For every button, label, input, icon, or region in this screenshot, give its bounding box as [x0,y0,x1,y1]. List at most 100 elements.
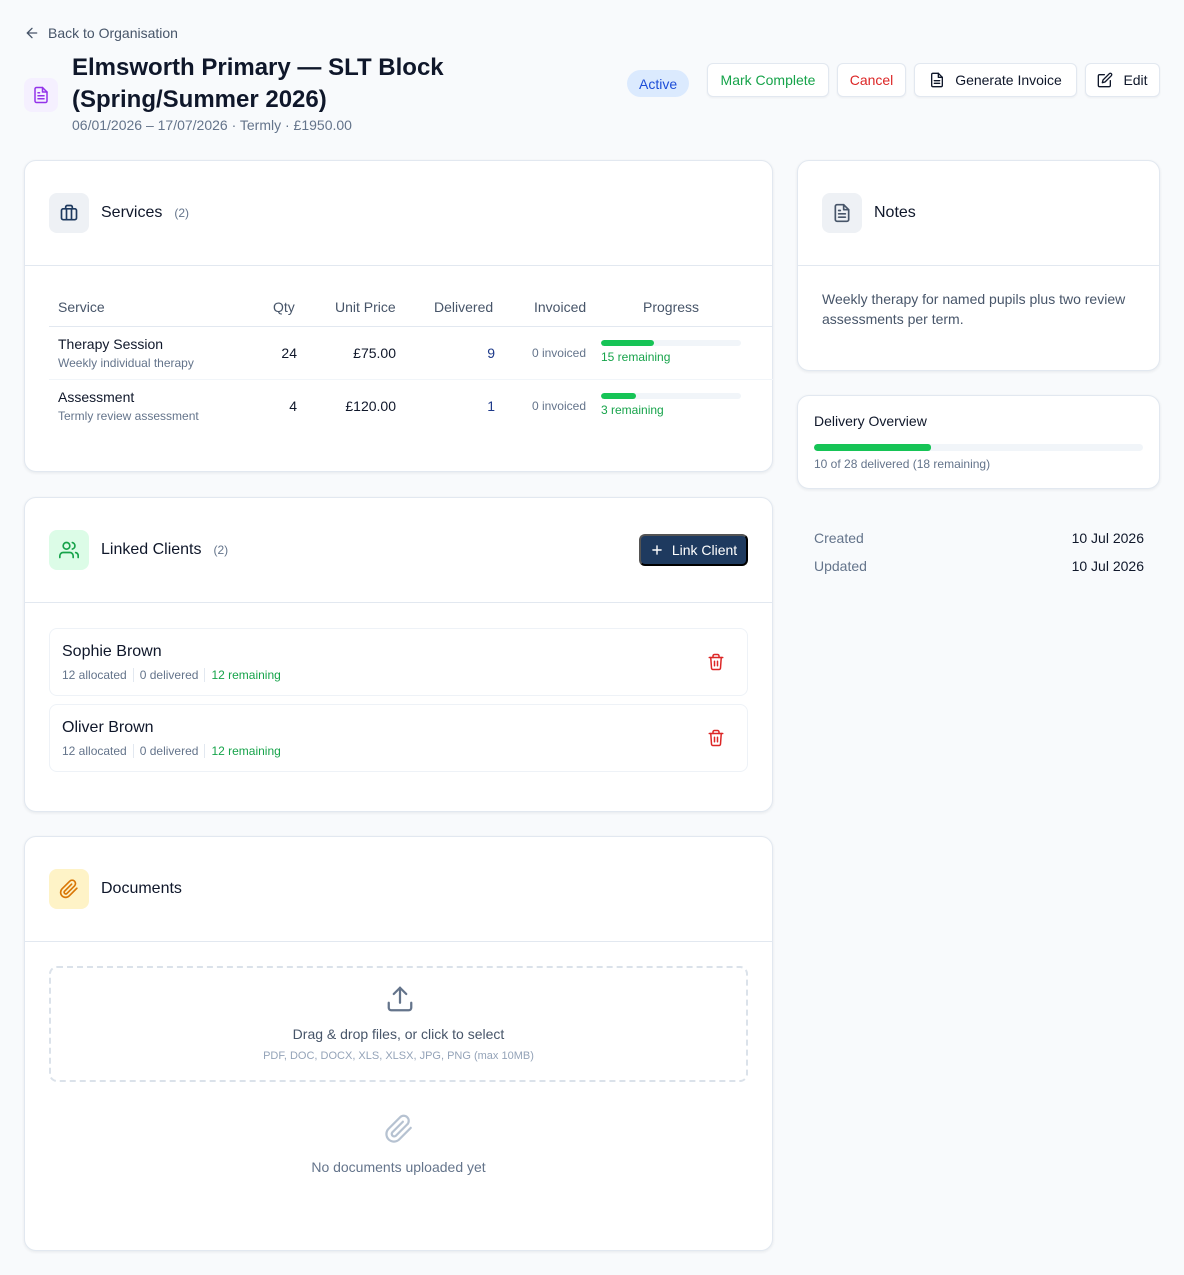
overview-progress-fill [814,444,932,451]
client-delivered: 0 delivered [132,744,205,758]
notes-title-row: Notes [874,204,916,222]
services-card: Services (2) Service Qty Unit Price Deli… [24,160,773,472]
edit-button[interactable]: Edit [1085,63,1160,97]
clients-count: (2) [213,543,229,557]
notes-text: Weekly therapy for named pupils plus two… [822,291,1126,327]
dropzone-text: Drag & drop files, or click to select [292,1026,505,1042]
document-icon [34,86,48,104]
title-icon-box [24,78,58,112]
paperclip-icon [59,879,78,899]
clients-icon-box [49,530,89,570]
service-desc: Weekly individual therapy [58,356,194,370]
client-stats: 12 allocated 0 delivered 12 remaining [62,744,287,758]
created-label: Created [814,530,864,546]
trash-icon[interactable] [707,653,725,671]
service-invoiced: 0 invoiced [531,399,586,413]
edit-icon [1098,72,1113,88]
service-progress-fill [601,393,636,399]
services-title: Services [101,204,163,221]
service-remaining: 15 remaining [601,350,671,364]
updated-value: 10 Jul 2026 [1071,558,1144,574]
col-progress: Progress [643,299,700,315]
col-unit-price: Unit Price [335,299,396,315]
service-delivered: 9 [487,345,495,361]
col-qty: Qty [273,299,295,315]
overview-text: 10 of 28 delivered (18 remaining) [814,457,991,471]
col-service: Service [58,299,105,315]
client-allocated: 12 allocated [62,668,127,682]
service-invoiced: 0 invoiced [531,346,586,360]
clients-title: Linked Clients [101,541,202,558]
document-icon [931,72,944,88]
upload-icon [387,986,413,1012]
linked-clients-card: Linked Clients (2) Link Client Sophie Br… [24,497,773,812]
generate-invoice-button[interactable]: Generate Invoice [914,63,1077,97]
service-unit-price: £120.00 [345,398,396,414]
cancel-label: Cancel [849,72,894,88]
service-qty: 4 [289,398,297,414]
client-allocated: 12 allocated [62,744,127,758]
documents-card: Documents Drag & drop files, or click to… [24,836,773,1251]
service-progress-bar [601,393,741,399]
client-remaining: 12 remaining [204,668,286,682]
documents-title-row: Documents [101,880,182,898]
service-progress-fill [601,340,654,346]
client-name: Sophie Brown [62,643,162,660]
col-invoiced: Invoiced [534,299,587,315]
services-title-row: Services (2) [101,204,189,222]
client-item[interactable]: Sophie Brown 12 allocated 0 delivered 12… [49,628,748,696]
status-badge: Active [627,70,690,97]
documents-empty-text: No documents uploaded yet [311,1159,486,1175]
page-title: Elmsworth Primary — SLT Block (Spring/Su… [72,54,444,113]
back-label: Back to Organisation [48,25,178,41]
edit-label: Edit [1123,72,1148,88]
generate-invoice-label: Generate Invoice [955,72,1062,88]
service-desc: Termly review assessment [58,409,199,423]
delivery-overview-card: Delivery Overview 10 of 28 delivered (18… [797,395,1160,489]
client-stats: 12 allocated 0 delivered 12 remaining [62,668,287,682]
service-name: Therapy Session [58,336,164,352]
notes-title: Notes [874,204,916,221]
service-progress-bar [601,340,741,346]
documents-title: Documents [101,880,182,897]
notes-header: Notes [798,161,1159,266]
updated-label: Updated [814,558,867,574]
overview-title: Delivery Overview [814,413,927,429]
table-divider [49,379,773,380]
documents-icon-box [49,869,89,909]
dropzone-hint: PDF, DOC, DOCX, XLS, XLSX, JPG, PNG (max… [263,1050,534,1062]
documents-header: Documents [25,837,772,942]
services-count: (2) [174,206,190,220]
overview-progress-bar [814,444,1143,451]
clients-header: Linked Clients (2) Link Client [25,498,772,603]
briefcase-icon [60,204,78,221]
services-icon-box [49,193,89,233]
notes-icon-box [822,193,862,233]
col-delivered: Delivered [434,299,494,315]
link-client-button[interactable]: Link Client [639,534,748,566]
file-dropzone[interactable]: Drag & drop files, or click to select PD… [49,966,748,1082]
table-divider [49,326,773,327]
services-header: Services (2) [25,161,772,266]
link-client-label: Link Client [671,542,738,558]
cancel-button[interactable]: Cancel [837,63,906,97]
users-icon [59,541,79,559]
service-name: Assessment [58,389,135,405]
client-name: Oliver Brown [62,719,154,736]
service-delivered: 1 [487,398,495,414]
notes-card: Notes Weekly therapy for named pupils pl… [797,160,1160,371]
service-unit-price: £75.00 [353,345,396,361]
client-item[interactable]: Oliver Brown 12 allocated 0 delivered 12… [49,704,748,772]
mark-complete-button[interactable]: Mark Complete [707,63,829,97]
service-remaining: 3 remaining [601,403,664,417]
client-remaining: 12 remaining [204,744,286,758]
created-value: 10 Jul 2026 [1071,530,1144,546]
service-qty: 24 [281,345,297,361]
page-subtitle: 06/01/2026 – 17/07/2026 · Termly · £1950… [72,117,352,133]
plus-icon [652,545,662,555]
paperclip-icon [385,1114,412,1143]
clients-title-row: Linked Clients (2) [101,541,228,559]
back-link[interactable]: Back to Organisation [24,25,178,41]
arrow-left-icon [26,27,38,39]
trash-icon[interactable] [707,729,725,747]
